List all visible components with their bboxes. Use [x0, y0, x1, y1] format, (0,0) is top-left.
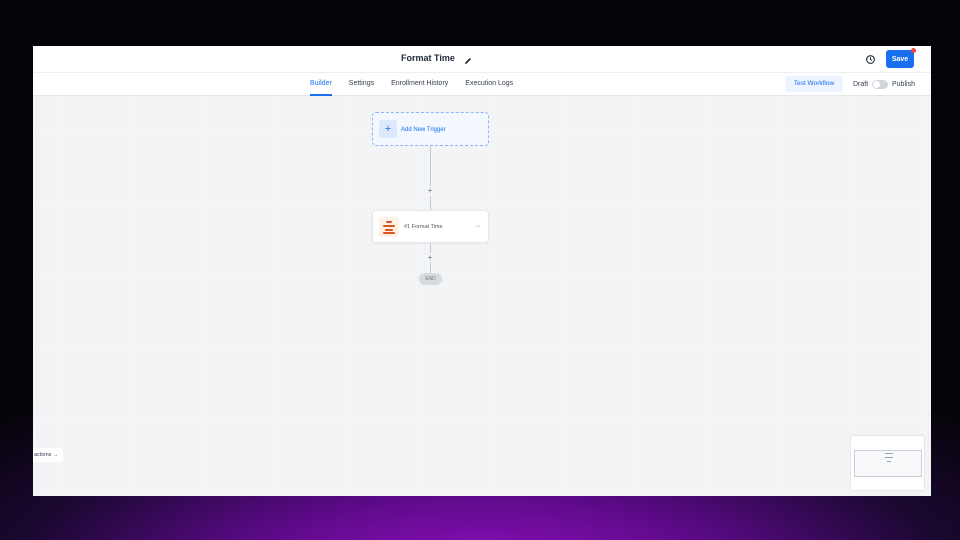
more-horizontal-icon[interactable]: ··· [475, 211, 481, 242]
title-group: Format Time [401, 53, 473, 64]
tab-enrollment-history[interactable]: Enrollment History [391, 73, 457, 96]
tab-bar: Builder Settings Enrollment History Exec… [33, 73, 931, 96]
minimap[interactable] [850, 435, 925, 491]
tab-settings[interactable]: Settings [349, 73, 383, 96]
clock-history-icon[interactable] [863, 52, 877, 66]
add-step-plus-icon[interactable]: + [425, 187, 435, 195]
arrow-right-icon: → [52, 452, 59, 458]
notification-dot [911, 48, 916, 53]
connector-line [430, 196, 431, 210]
format-time-icon [379, 217, 399, 237]
action-node-format-time[interactable]: #1 Format Time ··· [372, 210, 489, 243]
connector-line [430, 146, 431, 186]
add-step-plus-icon[interactable]: + [425, 254, 435, 262]
publish-toggle[interactable] [872, 80, 888, 89]
plus-icon: + [379, 120, 397, 138]
workflow-canvas[interactable]: + Add New Trigger + #1 Format Time ··· +… [33, 96, 931, 496]
connector-line [430, 262, 431, 273]
builder-tabs: Builder Settings Enrollment History Exec… [310, 73, 530, 96]
add-trigger-label: Add New Trigger [401, 127, 446, 133]
workflow-builder-window: Format Time Save Builder Settings Enroll… [33, 46, 931, 496]
actions-panel-label: actions [34, 452, 52, 458]
action-label: #1 Format Time [404, 224, 443, 230]
end-node: END [419, 273, 442, 285]
test-workflow-button[interactable]: Test Workflow [785, 76, 843, 92]
draft-label: Draft [853, 81, 869, 88]
top-bar: Format Time Save [33, 46, 931, 73]
minimap-viewport[interactable] [854, 450, 922, 477]
tab-builder[interactable]: Builder [310, 73, 341, 96]
actions-panel-toggle[interactable]: actions → [33, 448, 63, 462]
connector-line [430, 243, 431, 253]
publish-label: Publish [892, 81, 915, 88]
tab-execution-logs[interactable]: Execution Logs [465, 73, 522, 96]
workflow-title: Format Time [401, 53, 455, 63]
add-trigger-node[interactable]: + Add New Trigger [372, 112, 489, 146]
save-button[interactable]: Save [886, 50, 914, 68]
pencil-icon[interactable] [463, 53, 473, 64]
